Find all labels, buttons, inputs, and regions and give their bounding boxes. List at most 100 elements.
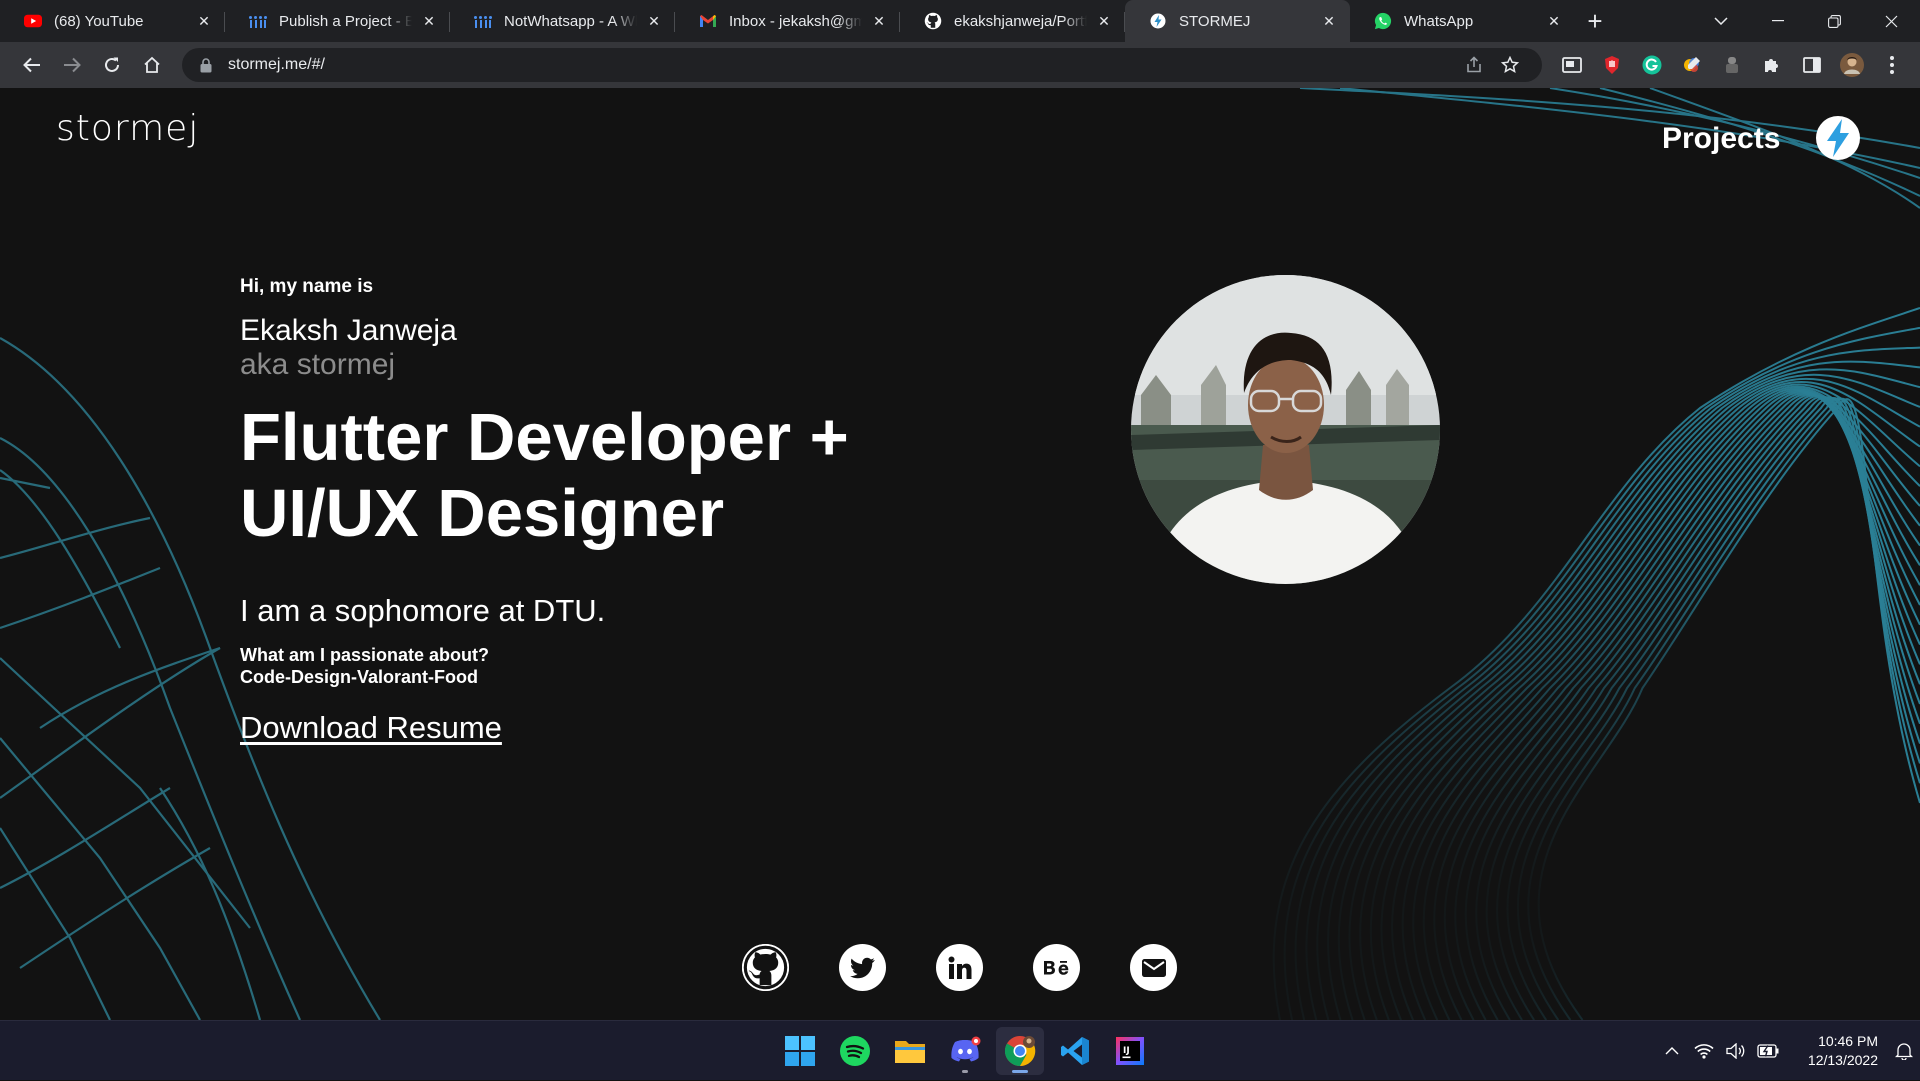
start-button[interactable] (776, 1027, 824, 1075)
menu-button[interactable] (1872, 47, 1912, 83)
stormej-icon (1149, 12, 1167, 30)
reload-icon (105, 57, 119, 72)
address-bar[interactable]: stormej.me/#/ (182, 48, 1542, 82)
kebab-menu-icon (1890, 56, 1894, 74)
taskbar-file-explorer[interactable] (886, 1027, 934, 1075)
nav-projects-link[interactable]: Projects (1662, 122, 1780, 156)
taskbar-discord[interactable] (941, 1027, 989, 1075)
github-link[interactable] (742, 944, 789, 991)
close-tab-icon[interactable]: ✕ (645, 12, 663, 30)
windows-start-icon (785, 1036, 815, 1066)
spotify-icon (840, 1036, 870, 1066)
wave-line (1485, 396, 1920, 1020)
tab-whatsapp[interactable]: WhatsApp ✕ (1350, 0, 1575, 42)
greeting-text: Hi, my name is (240, 276, 374, 297)
twitter-link[interactable] (839, 944, 886, 991)
wave-line (1516, 397, 1920, 1020)
close-tab-icon[interactable]: ✕ (1545, 12, 1563, 30)
bookmark-button[interactable] (1492, 48, 1528, 82)
tab-title: (68) YouTube (54, 12, 144, 30)
url-text[interactable]: stormej.me/#/ (228, 56, 1456, 74)
tab-search-button[interactable] (1692, 0, 1749, 42)
tab-title: Inbox - jekaksh@gmail.com (729, 12, 862, 30)
privacy-extension-button[interactable] (1712, 47, 1752, 83)
tab-devpost-publish[interactable]: Publish a Project - Build ✕ (225, 0, 450, 42)
wave-line (1496, 396, 1920, 1020)
whatsapp-icon (1374, 12, 1392, 30)
new-tab-button[interactable]: + (1575, 0, 1615, 42)
forward-button[interactable] (52, 47, 92, 83)
show-hidden-icons-button[interactable] (1656, 1031, 1688, 1071)
extension-toolbar (1552, 47, 1912, 83)
home-button[interactable] (132, 47, 172, 83)
site-logo[interactable]: stormej (56, 108, 199, 149)
taskbar-clock[interactable]: 10:46 PM 12/13/2022 (1784, 1032, 1878, 1070)
volume-button[interactable] (1720, 1031, 1752, 1071)
color-picker-icon (1684, 57, 1700, 72)
wave-line (1464, 395, 1920, 1020)
back-button[interactable] (12, 47, 52, 83)
tab-stormej[interactable]: STORMEJ ✕ (1125, 0, 1350, 42)
linkedin-link[interactable] (936, 944, 983, 991)
youtube-icon (24, 12, 42, 30)
headline: Flutter Developer + UI/UX Designer (240, 400, 849, 552)
tab-title: Publish a Project - Build (279, 12, 412, 30)
network-button[interactable] (1688, 1031, 1720, 1071)
taskbar-vscode[interactable] (1051, 1027, 1099, 1075)
avatar (1840, 53, 1864, 77)
side-panel-button[interactable] (1792, 47, 1832, 83)
battery-button[interactable] (1752, 1031, 1784, 1071)
colorpick-extension-button[interactable] (1672, 47, 1712, 83)
restore-icon (1828, 14, 1841, 28)
download-resume-link[interactable]: Download Resume (240, 710, 502, 746)
adblock-extension-button[interactable] (1592, 47, 1632, 83)
cast-extension-button[interactable] (1552, 47, 1592, 83)
linkedin-icon (948, 956, 971, 979)
close-tab-icon[interactable]: ✕ (870, 12, 888, 30)
grammarly-extension-button[interactable] (1632, 47, 1672, 83)
svg-text:IJ: IJ (1123, 1046, 1130, 1056)
behance-icon (1043, 960, 1068, 975)
reload-button[interactable] (92, 47, 132, 83)
close-tab-icon[interactable]: ✕ (420, 12, 438, 30)
theme-toggle-button[interactable] (1816, 116, 1860, 160)
browser-tab-strip: (68) YouTube ✕ Publish a Project - Build… (0, 0, 1920, 42)
system-tray: 10:46 PM 12/13/2022 (1656, 1021, 1920, 1081)
profile-photo (1131, 275, 1440, 584)
tab-gmail[interactable]: Inbox - jekaksh@gmail.com ✕ (675, 0, 900, 42)
window-controls (1692, 0, 1920, 42)
github-icon (924, 12, 942, 30)
behance-link[interactable] (1033, 944, 1080, 991)
devpost-icon (249, 12, 267, 30)
passion-question: What am I passionate about? (240, 645, 490, 665)
restore-button[interactable] (1806, 0, 1863, 42)
vscode-icon (1061, 1037, 1089, 1065)
taskbar-intellij[interactable]: IJ (1106, 1027, 1154, 1075)
background-wave-decoration (0, 88, 1920, 1020)
intro-text: I am a sophomore at DTU. (240, 593, 606, 628)
close-window-button[interactable] (1863, 0, 1920, 42)
lock-icon[interactable] (198, 57, 214, 73)
close-tab-icon[interactable]: ✕ (1095, 12, 1113, 30)
taskbar-spotify[interactable] (831, 1027, 879, 1075)
tab-title: WhatsApp (1404, 12, 1474, 30)
tab-devpost-notwhatsapp[interactable]: NotWhatsapp - A WhatsApp ✕ (450, 0, 675, 42)
webpage: stormej Projects Hi, my name is Ekaksh J… (0, 88, 1920, 1020)
discord-icon (951, 1036, 981, 1062)
email-link[interactable] (1130, 944, 1177, 991)
share-button[interactable] (1456, 48, 1492, 82)
profile-button[interactable] (1832, 47, 1872, 83)
minimize-button[interactable] (1749, 0, 1806, 42)
wave-line (1506, 397, 1920, 1020)
close-tab-icon[interactable]: ✕ (195, 12, 213, 30)
home-icon (144, 56, 160, 73)
close-tab-icon[interactable]: ✕ (1320, 12, 1338, 30)
tab-youtube[interactable]: (68) YouTube ✕ (0, 0, 225, 42)
taskbar-chrome[interactable] (996, 1027, 1044, 1075)
intellij-icon: IJ (1116, 1037, 1144, 1065)
person-name: Ekaksh Janweja (240, 314, 457, 347)
notifications-button[interactable] (1888, 1031, 1920, 1071)
arrow-left-icon (23, 57, 40, 73)
tab-github[interactable]: ekakshjanweja/Portfolio ✕ (900, 0, 1125, 42)
extensions-button[interactable] (1752, 47, 1792, 83)
